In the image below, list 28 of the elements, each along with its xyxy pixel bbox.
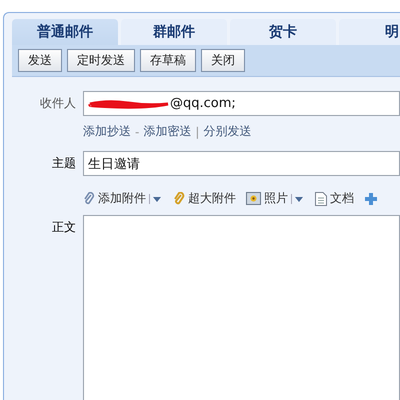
- toolbar-button[interactable]: 关闭: [201, 49, 245, 72]
- tab[interactable]: 贺卡: [230, 19, 336, 45]
- recipient-link[interactable]: 分别发送: [203, 123, 252, 140]
- paperclip-icon: [83, 192, 95, 206]
- recipient-field[interactable]: @qq.com;: [83, 91, 400, 116]
- tab[interactable]: 群邮件: [121, 19, 227, 45]
- paperclip-icon: [173, 192, 185, 206]
- attach-tool[interactable]: 照片: [264, 190, 288, 207]
- subject-field[interactable]: 生日邀请: [83, 151, 400, 176]
- field-label: 收件人: [39, 95, 77, 112]
- tab[interactable]: 明: [339, 19, 400, 45]
- caret-icon[interactable]: [149, 194, 163, 204]
- recipient-link[interactable]: 添加密送: [143, 123, 192, 140]
- toolbar-button[interactable]: 存草稿: [140, 49, 196, 72]
- recipient-link[interactable]: 添加抄送: [83, 123, 131, 140]
- link-separator: |: [195, 124, 200, 138]
- link-separator: -: [135, 124, 140, 138]
- toolbar-button[interactable]: 发送: [18, 49, 62, 72]
- photo-icon: [246, 192, 261, 205]
- toolbar-button[interactable]: 定时发送: [67, 49, 135, 72]
- document-icon: [315, 192, 327, 206]
- attach-tool[interactable]: 文档: [330, 190, 354, 207]
- caret-icon[interactable]: [291, 194, 305, 204]
- field-label: 主题: [51, 155, 77, 172]
- field-label: 正文: [51, 219, 77, 236]
- attach-tool[interactable]: 超大附件: [188, 190, 236, 207]
- tab[interactable]: 普通邮件: [12, 19, 118, 45]
- attach-tool[interactable]: 添加附件: [98, 190, 146, 207]
